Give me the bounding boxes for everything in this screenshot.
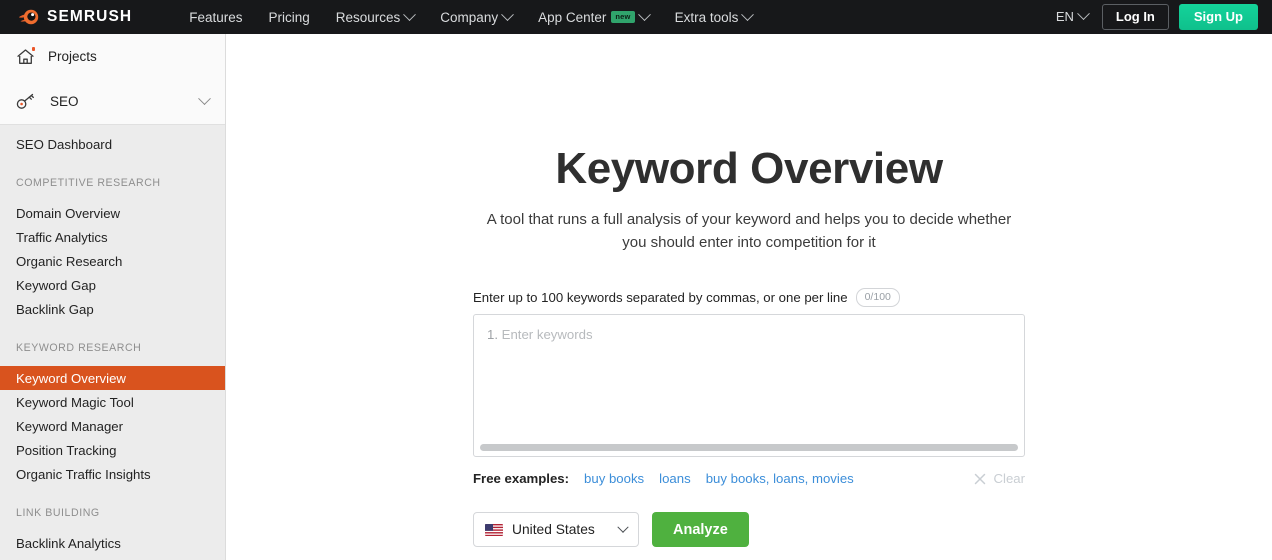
main-nav-items: Features Pricing Resources Company App C… [176, 0, 765, 34]
sidebar-item-projects[interactable]: Projects [0, 34, 225, 79]
sidebar-item-traffic-analytics[interactable]: Traffic Analytics [0, 225, 225, 249]
sidebar-item-label: SEO [50, 94, 79, 109]
nav-item-app-center[interactable]: App Center new [525, 0, 661, 34]
sidebar-item-domain-overview[interactable]: Domain Overview [0, 201, 225, 225]
sidebar-item-label: Keyword Manager [16, 418, 124, 434]
sidebar-item-organic-research[interactable]: Organic Research [0, 249, 225, 273]
chevron-down-icon [403, 7, 417, 21]
placeholder-text: Enter keywords [501, 327, 593, 343]
sidebar-item-label: Projects [48, 49, 97, 64]
line-number: 1. [487, 327, 498, 343]
sidebar-item-seo[interactable]: SEO [0, 79, 225, 124]
nav-label: Extra tools [674, 9, 739, 25]
example-link-buy-books-loans-movies[interactable]: buy books, loans, movies [706, 471, 854, 486]
sidebar-item-position-tracking[interactable]: Position Tracking [0, 438, 225, 462]
sidebar: Projects SEO SEO Dashboard COMPETITIVE R… [0, 34, 226, 560]
chevron-down-icon [741, 7, 755, 21]
new-badge: new [611, 11, 635, 23]
top-navigation-bar: SEMRUSH Features Pricing Resources Compa… [0, 0, 1272, 34]
sidebar-group-competitive-research: COMPETITIVE RESEARCH [16, 177, 161, 189]
main-content: Keyword Overview A tool that runs a full… [226, 34, 1272, 560]
sidebar-item-keyword-overview[interactable]: Keyword Overview [0, 366, 225, 390]
notification-dot [32, 46, 35, 51]
nav-label: Features [189, 9, 243, 25]
keyword-input-placeholder: 1. Enter keywords [487, 327, 593, 342]
semrush-comet-logo-icon [19, 9, 39, 25]
sidebar-item-label: Position Tracking [16, 442, 117, 458]
page-subtitle: A tool that runs a full analysis of your… [486, 211, 1012, 251]
sign-up-button[interactable]: Sign Up [1178, 3, 1258, 31]
horizontal-scrollbar[interactable] [480, 444, 1018, 452]
semrush-logo[interactable]: SEMRUSH [18, 8, 132, 26]
sidebar-item-backlink-analytics[interactable]: Backlink Analytics [0, 531, 225, 555]
sidebar-item-label: Organic Traffic Insights [16, 466, 151, 482]
sidebar-item-label: Traffic Analytics [16, 229, 108, 245]
free-examples-label: Free examples: [473, 471, 570, 487]
clear-label: Clear [993, 471, 1025, 487]
chevron-down-icon [617, 521, 629, 533]
log-in-button[interactable]: Log In [1101, 3, 1169, 31]
country-name: United States [512, 522, 595, 538]
sidebar-item-label: Keyword Gap [16, 277, 96, 293]
nav-right-group: EN Log In Sign Up [1052, 3, 1258, 31]
example-link-buy-books[interactable]: buy books [584, 471, 644, 486]
nav-item-features[interactable]: Features [176, 0, 255, 34]
nav-item-company[interactable]: Company [427, 0, 525, 34]
close-icon [975, 473, 986, 485]
nav-label: App Center [538, 9, 607, 25]
chevron-down-icon[interactable] [198, 92, 211, 106]
sidebar-item-label: Organic Research [16, 253, 123, 269]
sidebar-item-organic-traffic-insights[interactable]: Organic Traffic Insights [0, 462, 225, 486]
keyword-field-label: Enter up to 100 keywords separated by co… [473, 290, 848, 306]
us-flag-icon [485, 523, 503, 536]
nav-label: Pricing [268, 9, 310, 25]
home-icon [16, 46, 35, 66]
sidebar-item-label: Backlink Analytics [16, 535, 121, 551]
sidebar-navigation-list: SEO Dashboard COMPETITIVE RESEARCH Domai… [0, 125, 225, 560]
keyword-overview-form: Keyword Overview A tool that runs a full… [473, 34, 1025, 548]
free-examples-row: Free examples: buy books loans buy books… [473, 471, 1025, 486]
clear-button[interactable]: Clear [974, 471, 1025, 486]
key-icon [16, 93, 37, 110]
sidebar-top-section: Projects SEO [0, 34, 225, 125]
example-link-loans[interactable]: loans [659, 471, 691, 486]
sidebar-item-keyword-gap[interactable]: Keyword Gap [0, 273, 225, 297]
language-selector[interactable]: EN [1052, 7, 1092, 25]
nav-label: Resources [335, 9, 401, 25]
sidebar-item-backlink-audit[interactable]: Backlink Audit [0, 555, 225, 560]
sidebar-item-label: Keyword Overview [16, 370, 126, 386]
sidebar-item-backlink-gap[interactable]: Backlink Gap [0, 297, 225, 321]
sidebar-item-label: Backlink Gap [16, 301, 94, 317]
chevron-down-icon [1077, 7, 1090, 21]
sidebar-item-keyword-magic-tool[interactable]: Keyword Magic Tool [0, 390, 225, 414]
nav-item-pricing[interactable]: Pricing [256, 0, 323, 34]
sidebar-item-label: Domain Overview [16, 205, 121, 221]
chevron-down-icon [501, 7, 514, 21]
sidebar-item-label: Keyword Magic Tool [16, 394, 134, 410]
keyword-counter-badge: 0/100 [855, 288, 900, 308]
chevron-down-icon [637, 7, 651, 21]
logo-text: SEMRUSH [47, 8, 133, 25]
language-label: EN [1055, 9, 1074, 25]
nav-label: Company [440, 9, 499, 25]
sidebar-group-keyword-research: KEYWORD RESEARCH [16, 342, 142, 354]
country-select[interactable]: United States [473, 512, 639, 548]
keyword-field-label-row: Enter up to 100 keywords separated by co… [473, 288, 1025, 308]
nav-item-extra-tools[interactable]: Extra tools [662, 0, 766, 34]
sidebar-item-label: SEO Dashboard [16, 136, 113, 152]
sidebar-item-keyword-manager[interactable]: Keyword Manager [0, 414, 225, 438]
analyze-button[interactable]: Analyze [652, 512, 749, 548]
keyword-input[interactable]: 1. Enter keywords [473, 314, 1025, 458]
sidebar-item-seo-dashboard[interactable]: SEO Dashboard [0, 132, 225, 156]
page-title: Keyword Overview [555, 144, 943, 193]
sidebar-group-link-building: LINK BUILDING [16, 507, 100, 519]
nav-item-resources[interactable]: Resources [323, 0, 428, 34]
controls-row: United States Analyze [473, 512, 1025, 548]
